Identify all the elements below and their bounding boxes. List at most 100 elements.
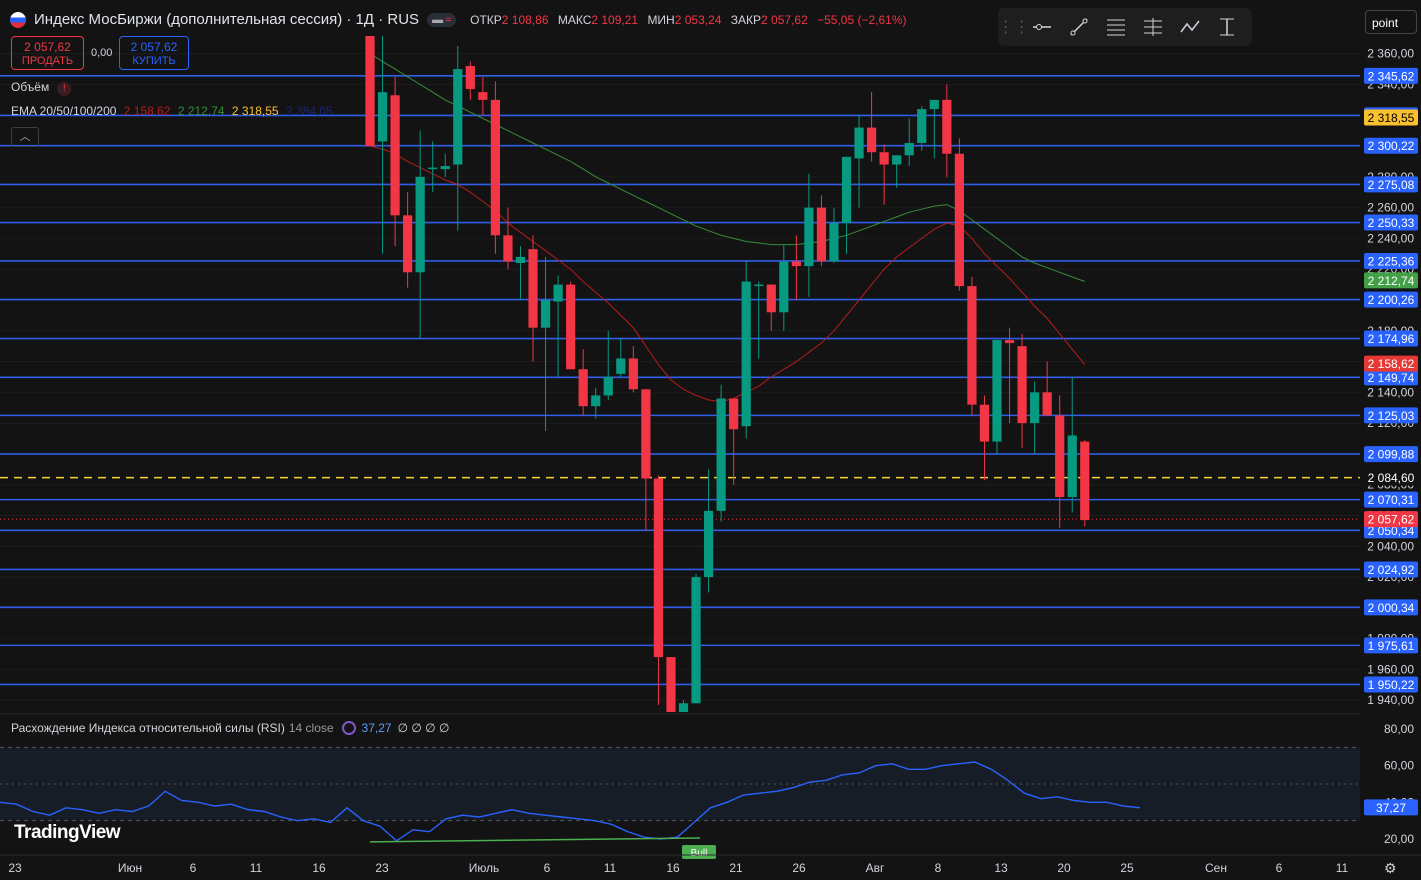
candle-body bbox=[816, 207, 827, 262]
x-tick-label: 16 bbox=[312, 861, 326, 875]
x-tick-label: Июль bbox=[469, 861, 500, 875]
ema-indicator[interactable]: EMA 20/50/100/200 2 158,62 2 212,74 2 31… bbox=[11, 104, 333, 118]
price-range-icon[interactable] bbox=[1213, 13, 1241, 41]
y-tick-label: 2 240,00 bbox=[1367, 231, 1414, 245]
level-price-label: 2 125,03 bbox=[1368, 409, 1415, 423]
level-price-label: 2 099,88 bbox=[1368, 448, 1415, 462]
rsi-tick-label: 20,00 bbox=[1384, 832, 1414, 846]
symbol-title[interactable]: Индекс МосБиржи (дополнительная сессия) … bbox=[34, 11, 419, 28]
candle-body bbox=[453, 69, 463, 165]
candle-body bbox=[503, 235, 513, 262]
chevron-up-icon: ︿ bbox=[19, 131, 31, 143]
candle-body bbox=[616, 358, 626, 374]
open-value: 2 108,86 bbox=[501, 12, 549, 27]
candle-body bbox=[403, 215, 413, 273]
candle-body bbox=[979, 404, 990, 442]
loading-icon bbox=[341, 721, 356, 735]
x-tick-label: 21 bbox=[729, 861, 743, 875]
candle-body bbox=[804, 207, 814, 267]
x-tick-label: 11 bbox=[250, 861, 263, 875]
rsi-tick-label: 80,00 bbox=[1384, 722, 1414, 736]
cursor-mode-button[interactable]: point bbox=[1365, 10, 1417, 34]
level-price-label: 2 174,96 bbox=[1368, 332, 1415, 346]
chart-canvas[interactable]: 2 360,002 340,002 320,002 300,002 280,00… bbox=[0, 0, 1421, 880]
x-tick-label: 6 bbox=[544, 861, 551, 875]
horizontal-ray-icon[interactable] bbox=[1028, 13, 1056, 41]
close-value: 2 057,62 bbox=[761, 12, 808, 27]
candle-body bbox=[1067, 435, 1077, 498]
level-price-label: 2 225,36 bbox=[1368, 254, 1415, 268]
candle-body bbox=[1080, 441, 1090, 521]
ema200-value: 2 384,05 bbox=[285, 104, 333, 118]
error-icon[interactable]: ! bbox=[57, 82, 72, 96]
wave-icon: ≈ bbox=[445, 13, 452, 26]
candle-body bbox=[365, 36, 375, 147]
fib-retracement-icon[interactable] bbox=[1102, 13, 1130, 41]
candle-body bbox=[904, 142, 914, 156]
level-price-label: 1 975,61 bbox=[1368, 639, 1415, 653]
ema50-value: 2 212,74 bbox=[177, 104, 225, 118]
level-price-label: 2 345,62 bbox=[1368, 69, 1415, 83]
tradingview-logo[interactable]: TradingView bbox=[14, 822, 121, 844]
x-tick-label: Сен bbox=[1205, 861, 1227, 875]
candle-body bbox=[415, 176, 425, 273]
volume-label: Объём bbox=[11, 80, 50, 94]
ema-label: EMA 20/50/100/200 bbox=[11, 104, 117, 118]
buy-button[interactable]: 2 057,62 КУПИТЬ bbox=[119, 36, 189, 70]
candle-body bbox=[440, 166, 450, 170]
candle-body bbox=[791, 261, 801, 267]
x-tick-label: 11 bbox=[604, 861, 617, 875]
candle-body bbox=[490, 99, 500, 236]
gear-icon[interactable]: ⚙ bbox=[1384, 860, 1397, 877]
y-tick-label: 2 260,00 bbox=[1367, 201, 1414, 215]
candle-body bbox=[515, 256, 526, 264]
rsi-value: 37,27 bbox=[361, 721, 392, 735]
buy-label: КУПИТЬ bbox=[132, 55, 176, 67]
path-icon[interactable] bbox=[1176, 13, 1204, 41]
candle-body bbox=[942, 99, 952, 154]
candle-body bbox=[879, 152, 889, 165]
high-value: 2 109,21 bbox=[591, 12, 639, 27]
y-tick-label: 1 940,00 bbox=[1367, 693, 1414, 707]
chart-header: Индекс МосБиржи (дополнительная сессия) … bbox=[10, 11, 913, 28]
rsi-legend[interactable]: Расхождение Индекса относительной силы (… bbox=[11, 721, 449, 735]
ema100-value: 2 318,55 bbox=[231, 104, 279, 118]
candle-body bbox=[841, 156, 852, 224]
candle-body bbox=[666, 657, 676, 712]
drag-handle-icon[interactable]: ⋮⋮ bbox=[998, 13, 1030, 41]
x-tick-label: 20 bbox=[1057, 861, 1071, 875]
volume-indicator[interactable]: Объём! bbox=[11, 80, 72, 96]
candle-body bbox=[390, 95, 400, 216]
ema50-label: 2 212,74 bbox=[1368, 274, 1415, 288]
price-axis[interactable]: 2 360,002 340,002 320,002 300,002 280,00… bbox=[1360, 0, 1421, 712]
rsi-params: 14 close bbox=[288, 721, 334, 735]
rsi-current-label: 37,27 bbox=[1376, 801, 1406, 815]
sell-price: 2 057,62 bbox=[24, 40, 71, 54]
x-tick-label: 6 bbox=[190, 861, 197, 875]
y-tick-label: 2 040,00 bbox=[1367, 539, 1414, 553]
sell-button[interactable]: 2 057,62 ПРОДАТЬ bbox=[11, 36, 84, 70]
x-tick-label: 23 bbox=[8, 861, 22, 875]
candle-body bbox=[1042, 392, 1052, 416]
session-toggle[interactable]: ▬ ≈ bbox=[427, 12, 457, 27]
buy-price: 2 057,62 bbox=[130, 40, 178, 54]
trend-line-icon[interactable] bbox=[1065, 13, 1093, 41]
candle-body bbox=[917, 109, 927, 143]
close-label: ЗАКР bbox=[730, 12, 762, 27]
candle-body bbox=[603, 376, 613, 396]
rsi-tick-label: 60,00 bbox=[1384, 759, 1414, 773]
pitchfork-icon[interactable] bbox=[1139, 13, 1167, 41]
candle-body bbox=[465, 66, 475, 90]
level-price-label: 2 250,33 bbox=[1368, 216, 1415, 230]
ema20-value: 2 158,62 bbox=[123, 104, 171, 118]
low-value: 2 053,24 bbox=[674, 12, 722, 27]
ema20-label: 2 158,62 bbox=[1368, 357, 1415, 371]
collapse-legend-button[interactable]: ︿ bbox=[11, 127, 39, 147]
dash-icon: ▬ bbox=[432, 13, 444, 26]
candle-body bbox=[528, 249, 538, 328]
ema100-label: 2 318,55 bbox=[1368, 111, 1415, 125]
x-tick-label: 26 bbox=[792, 861, 806, 875]
candle-body bbox=[716, 398, 726, 511]
level-price-label: 2 300,22 bbox=[1368, 139, 1415, 153]
open-label: ОТКР bbox=[470, 12, 502, 27]
